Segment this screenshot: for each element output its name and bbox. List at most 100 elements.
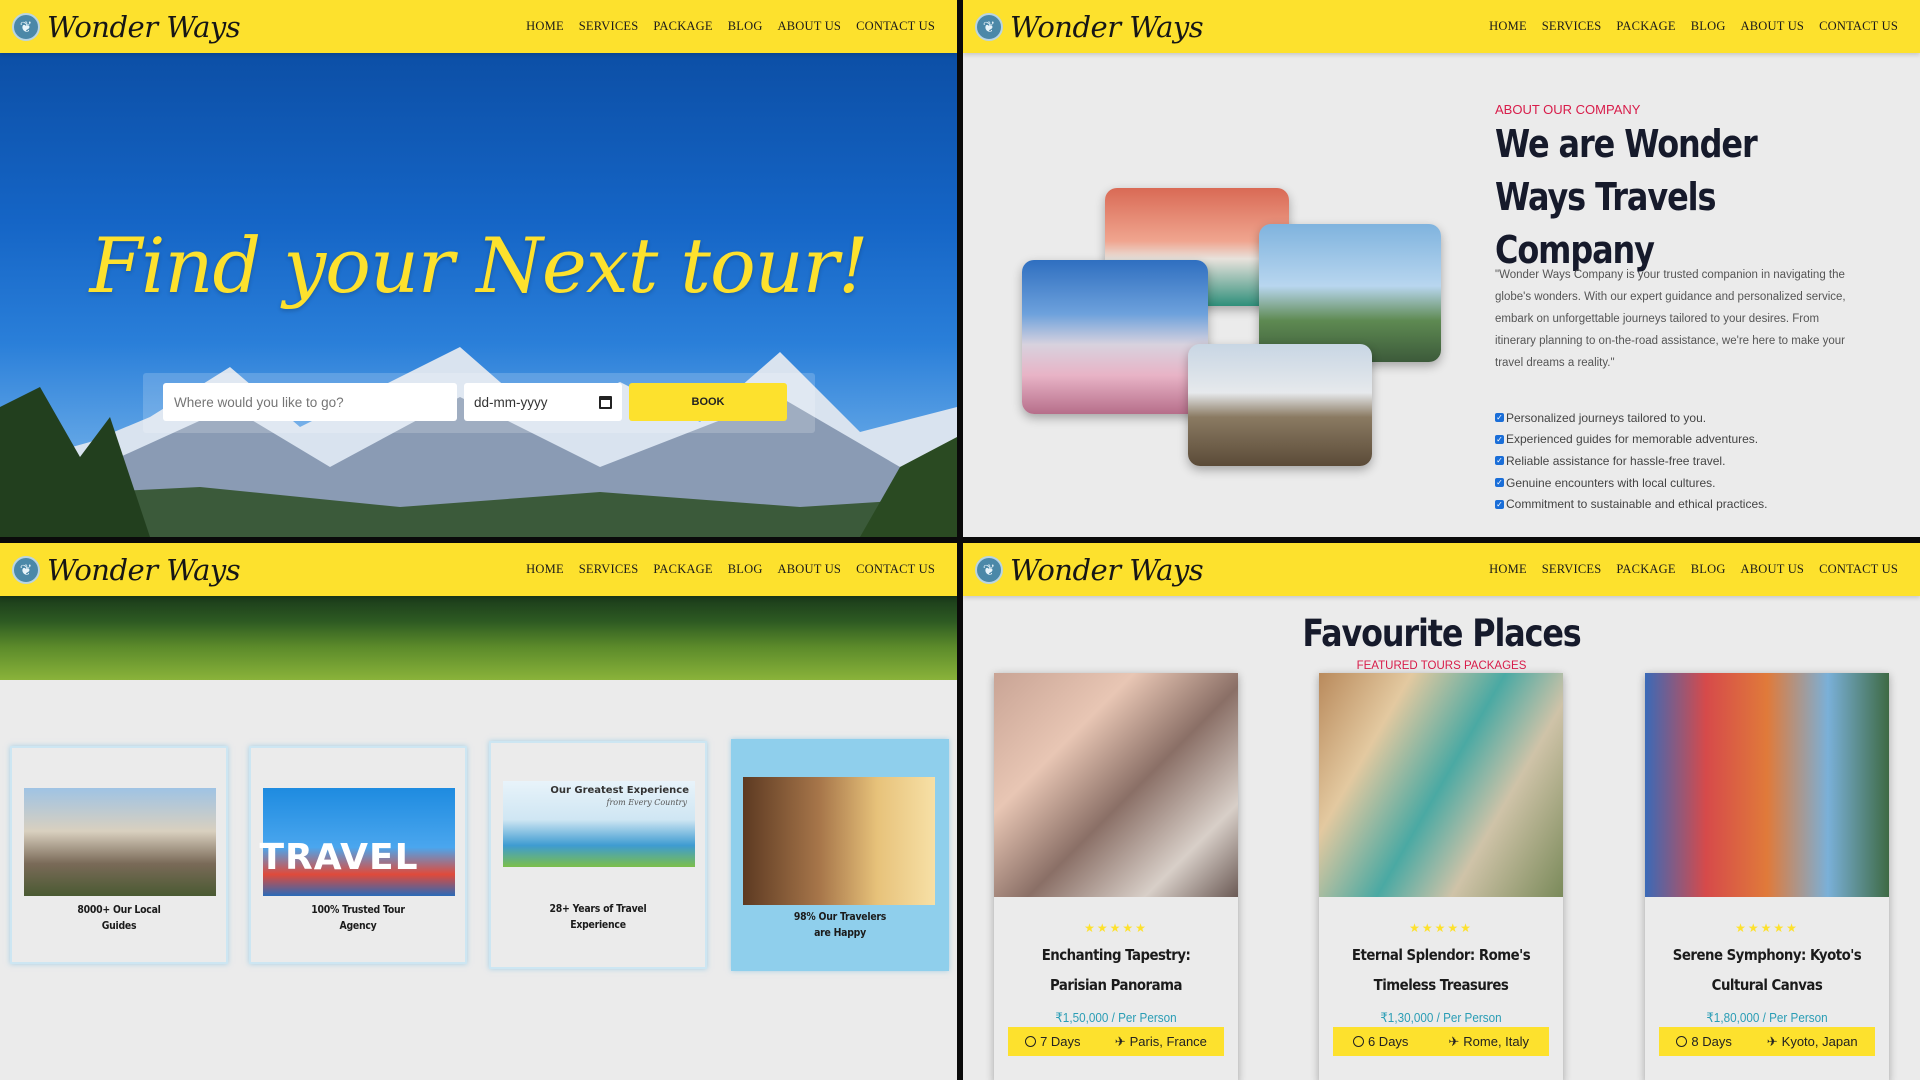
book-button[interactable]: BOOK [629,383,787,421]
nav-package[interactable]: PACKAGE [1616,19,1675,34]
nav-home[interactable]: HOME [526,562,564,577]
nav-home[interactable]: HOME [1489,562,1527,577]
nav-contact[interactable]: CONTACT US [1819,19,1898,34]
nav-menu: HOME SERVICES PACKAGE BLOG ABOUT US CONT… [526,19,945,34]
buddha-statue-photo [1188,344,1372,466]
hero-banner: Find your Next tour! dd-mm-yyyy BOOK [0,53,957,537]
date-placeholder: dd-mm-yyyy [474,394,548,410]
stat-card-guides[interactable]: 8000+ Our Local Guides [10,746,228,964]
nav-contact[interactable]: CONTACT US [856,19,935,34]
tour-card-paris[interactable]: ★★★★★ Enchanting Tapestry: Parisian Pano… [994,673,1238,1080]
globe-leaf-icon[interactable]: ❦ [12,555,40,584]
checklist-item: ✓ Reliable assistance for hassle-free tra… [1495,453,1726,468]
checkbox-icon: ✓ [1495,413,1504,423]
checklist-item: ✓ Experienced guides for memorable advent… [1495,432,1759,447]
tour-title[interactable]: Serene Symphony: Kyoto's Cultural Canvas [1672,940,1862,1000]
tour-meta: 6 Days ✈ Rome, Italy [1333,1027,1549,1056]
world-landmarks-photo: Our Greatest Experience from Every Count… [503,781,695,867]
rome-collage-photo [1319,673,1563,897]
tour-meta: 8 Days ✈ Kyoto, Japan [1659,1027,1875,1056]
places-view: ❦ Wonder Ways HOME SERVICES PACKAGE BLOG… [963,543,1920,1080]
nav-blog[interactable]: BLOG [1691,562,1726,577]
plane-icon: ✈ [1448,1033,1460,1049]
tour-meta: 7 Days ✈ Paris, France [1008,1027,1224,1056]
nav-about[interactable]: ABOUT US [1741,562,1805,577]
tour-days: 6 Days [1367,1034,1409,1049]
plane-icon: ✈ [1766,1033,1778,1049]
nav-home[interactable]: HOME [526,19,564,34]
nav-blog[interactable]: BLOG [728,562,763,577]
stat-card-experience[interactable]: Our Greatest Experience from Every Count… [489,741,707,969]
hero-view: ❦ Wonder Ways HOME SERVICES PACKAGE BLOG… [0,0,957,537]
checkbox-icon: ✓ [1495,478,1504,488]
stat-caption: 8000+ Our Local Guides [77,903,161,932]
travel-agency-photo: TRAVEL [259,788,455,896]
rating-stars-icon: ★★★★★ [1735,921,1799,935]
screenshot-grid: ❦ Wonder Ways HOME SERVICES PACKAGE BLOG… [0,0,1920,1080]
navbar: ❦ Wonder Ways HOME SERVICES PACKAGE BLOG… [963,0,1920,53]
brand-logo[interactable]: Wonder Ways [47,553,241,587]
rating-stars-icon: ★★★★★ [1084,921,1148,935]
experience-headline: Our Greatest Experience [550,785,689,796]
nav-contact[interactable]: CONTACT US [1819,562,1898,577]
globe-leaf-icon[interactable]: ❦ [12,12,40,41]
nav-package[interactable]: PACKAGE [653,562,712,577]
stat-caption: 28+ Years of Travel Experience [549,902,647,931]
mount-fuji-photo [1022,260,1208,414]
nav-blog[interactable]: BLOG [1691,19,1726,34]
christ-redeemer-photo [1259,224,1441,362]
brand-logo[interactable]: Wonder Ways [1010,553,1204,587]
stat-card-trusted[interactable]: TRAVEL 100% Trusted Tour Agency [249,746,467,964]
section-subtitle: FEATURED TOURS PACKAGES [1356,660,1527,672]
globe-leaf-icon[interactable]: ❦ [975,555,1003,584]
tour-location: Rome, Italy [1463,1034,1530,1049]
tour-price: ₹1,80,000 / Per Person [1706,1010,1828,1025]
rating-stars-icon: ★★★★★ [1409,921,1473,935]
tour-card-rome[interactable]: ★★★★★ Eternal Splendor: Rome's Timeless … [1319,673,1563,1080]
checklist-item: ✓ Personalized journeys tailored to you. [1495,410,1707,425]
tour-location: Kyoto, Japan [1781,1034,1858,1049]
checkbox-icon: ✓ [1495,456,1504,466]
nav-about[interactable]: ABOUT US [1741,19,1805,34]
nav-services[interactable]: SERVICES [579,19,639,34]
stats-view: ❦ Wonder Ways HOME SERVICES PACKAGE BLOG… [0,543,957,1080]
nav-services[interactable]: SERVICES [579,562,639,577]
nav-contact[interactable]: CONTACT US [856,562,935,577]
tourists-map-photo [24,788,216,896]
paris-collage-photo [994,673,1238,897]
plane-icon: ✈ [1114,1033,1126,1049]
nav-menu: HOME SERVICES PACKAGE BLOG ABOUT US CONT… [526,562,945,577]
travel-word: TRAVEL [259,836,419,878]
nav-about[interactable]: ABOUT US [778,562,842,577]
navbar: ❦ Wonder Ways HOME SERVICES PACKAGE BLOG… [0,543,957,596]
happy-travelers-photo [743,777,935,905]
globe-leaf-icon[interactable]: ❦ [975,12,1003,41]
nav-menu: HOME SERVICES PACKAGE BLOG ABOUT US CONT… [1489,19,1908,34]
destination-input[interactable] [163,383,457,421]
checklist-item: ✓ Genuine encounters with local cultures. [1495,475,1716,490]
nav-blog[interactable]: BLOG [728,19,763,34]
nav-about[interactable]: ABOUT US [778,19,842,34]
checklist-item: ✓ Commitment to sustainable and ethical p… [1495,497,1768,512]
clock-icon [1676,1036,1688,1047]
date-input[interactable]: dd-mm-yyyy [464,383,622,421]
tour-title[interactable]: Enchanting Tapestry: Parisian Panorama [1021,940,1210,1000]
stat-card-happy[interactable]: 98% Our Travelers are Happy [731,739,949,971]
checkbox-icon: ✓ [1495,499,1504,509]
tour-days: 8 Days [1691,1034,1732,1049]
section-title: Favourite Places [1302,612,1581,655]
brand-logo[interactable]: Wonder Ways [47,10,241,44]
about-title: We are Wonder Ways Travels Company [1495,122,1758,272]
about-paragraph: "Wonder Ways Company is your trusted com… [1495,269,1846,369]
brand-logo[interactable]: Wonder Ways [1010,10,1204,44]
hero-title: Find your Next tour! [89,221,868,310]
nav-package[interactable]: PACKAGE [1616,562,1675,577]
calendar-icon[interactable] [599,395,612,409]
about-view: ❦ Wonder Ways HOME SERVICES PACKAGE BLOG… [963,0,1920,537]
tour-card-kyoto[interactable]: ★★★★★ Serene Symphony: Kyoto's Cultural … [1645,673,1889,1080]
tour-title[interactable]: Eternal Splendor: Rome's Timeless Treasu… [1346,940,1535,1000]
nav-home[interactable]: HOME [1489,19,1527,34]
nav-package[interactable]: PACKAGE [653,19,712,34]
nav-services[interactable]: SERVICES [1542,19,1602,34]
nav-services[interactable]: SERVICES [1542,562,1602,577]
